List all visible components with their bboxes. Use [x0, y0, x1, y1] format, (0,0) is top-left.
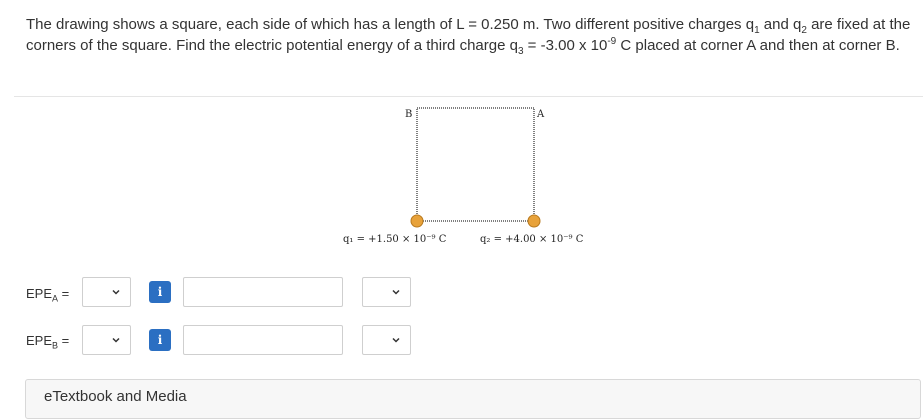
epe-a-label: EPEA = — [26, 286, 70, 304]
epe-b-unit-select[interactable] — [362, 325, 411, 355]
epe-b-sign-select[interactable] — [82, 325, 131, 355]
q1-label: q₁ = +1.50 × 10⁻⁹ C — [343, 234, 447, 245]
chevron-down-icon — [392, 337, 400, 343]
info-icon[interactable]: i — [149, 281, 171, 303]
epe-a-sign-select[interactable] — [82, 277, 131, 307]
chevron-down-icon — [112, 289, 120, 295]
corner-a-label: A — [537, 109, 545, 120]
chevron-down-icon — [112, 337, 120, 343]
epe-a-value-input[interactable] — [183, 277, 343, 307]
divider — [14, 96, 923, 97]
chevron-down-icon — [392, 289, 400, 295]
info-icon[interactable]: i — [149, 329, 171, 351]
epe-b-label: EPEB = — [26, 333, 70, 351]
square-diagram: B A q₁ = +1.50 × 10⁻⁹ C q₂ = +4.00 × 10⁻… — [330, 100, 620, 260]
question-text: The drawing shows a square, each side of… — [26, 16, 911, 57]
q2-label: q₂ = +4.00 × 10⁻⁹ C — [480, 234, 584, 245]
square-outline — [416, 107, 535, 222]
etextbook-media-label: eTextbook and Media — [44, 388, 187, 405]
epe-a-unit-select[interactable] — [362, 277, 411, 307]
charge-q2 — [527, 214, 541, 228]
charge-q1 — [410, 214, 424, 228]
etextbook-media-panel[interactable]: eTextbook and Media — [25, 379, 921, 419]
epe-b-value-input[interactable] — [183, 325, 343, 355]
corner-b-label: B — [405, 109, 413, 120]
